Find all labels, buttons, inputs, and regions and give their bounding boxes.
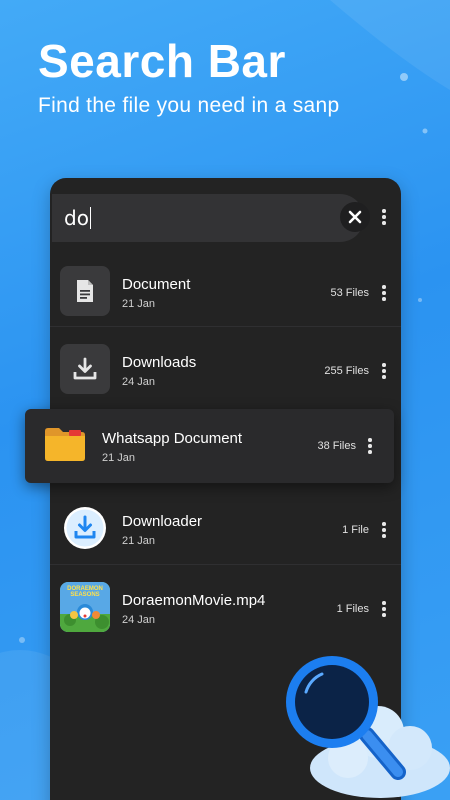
more-vert-icon[interactable]	[378, 206, 390, 228]
item-date: 21 Jan	[122, 298, 156, 310]
close-icon	[348, 210, 362, 224]
document-icon	[77, 280, 93, 302]
download-icon	[73, 357, 97, 380]
promo-headline: Search Bar	[38, 35, 286, 87]
item-name: Document	[122, 276, 191, 293]
list-item-downloader[interactable]: Downloader 21 Jan 1 File	[50, 493, 401, 571]
more-vert-icon[interactable]	[378, 598, 390, 620]
search-bar[interactable]: do	[52, 194, 364, 242]
document-thumb	[60, 266, 110, 316]
divider	[50, 326, 401, 327]
text-cursor	[89, 207, 92, 229]
more-vert-icon[interactable]	[364, 435, 376, 457]
more-vert-icon[interactable]	[378, 519, 390, 541]
more-vert-icon[interactable]	[378, 360, 390, 382]
item-date: 21 Jan	[102, 452, 136, 464]
list-item-downloads[interactable]: Downloads 24 Jan 255 Files	[50, 334, 401, 412]
item-date: 24 Jan	[122, 614, 156, 626]
item-name: Whatsapp Document	[102, 430, 243, 447]
promo-subline: Find the file you need in a sanp	[38, 94, 340, 117]
item-count: 53 Files	[330, 287, 369, 299]
item-name: DoraemonMovie.mp4	[122, 592, 266, 609]
list-item-doraemon-movie[interactable]: DORAEMON SEASONS DoraemonMovie.mp4 24 Ja…	[50, 572, 401, 650]
magnifier-cloud-illustration	[286, 656, 450, 798]
downloader-thumb	[60, 503, 110, 553]
item-count: 1 File	[342, 524, 369, 536]
list-item-whatsapp-document[interactable]: Whatsapp Document 21 Jan 38 Files	[25, 409, 394, 483]
item-count: 255 Files	[324, 365, 369, 377]
item-name: Downloader	[122, 513, 203, 530]
item-date: 24 Jan	[122, 376, 156, 388]
item-date: 21 Jan	[122, 535, 156, 547]
item-count: 38 Files	[317, 440, 356, 452]
clear-search-button[interactable]	[340, 202, 370, 232]
downloader-app-icon	[64, 507, 106, 549]
divider	[50, 564, 401, 565]
item-count: 1 Files	[336, 603, 369, 615]
more-vert-icon[interactable]	[378, 282, 390, 304]
video-thumbnail: DORAEMON SEASONS	[60, 582, 110, 632]
search-input[interactable]: do	[64, 206, 89, 230]
item-name: Downloads	[122, 354, 197, 371]
thumbnail-caption: DORAEMON SEASONS	[67, 586, 103, 598]
list-item-document[interactable]: Document 21 Jan 53 Files	[50, 256, 401, 334]
downloads-thumb	[60, 344, 110, 394]
folder-icon	[45, 428, 85, 461]
